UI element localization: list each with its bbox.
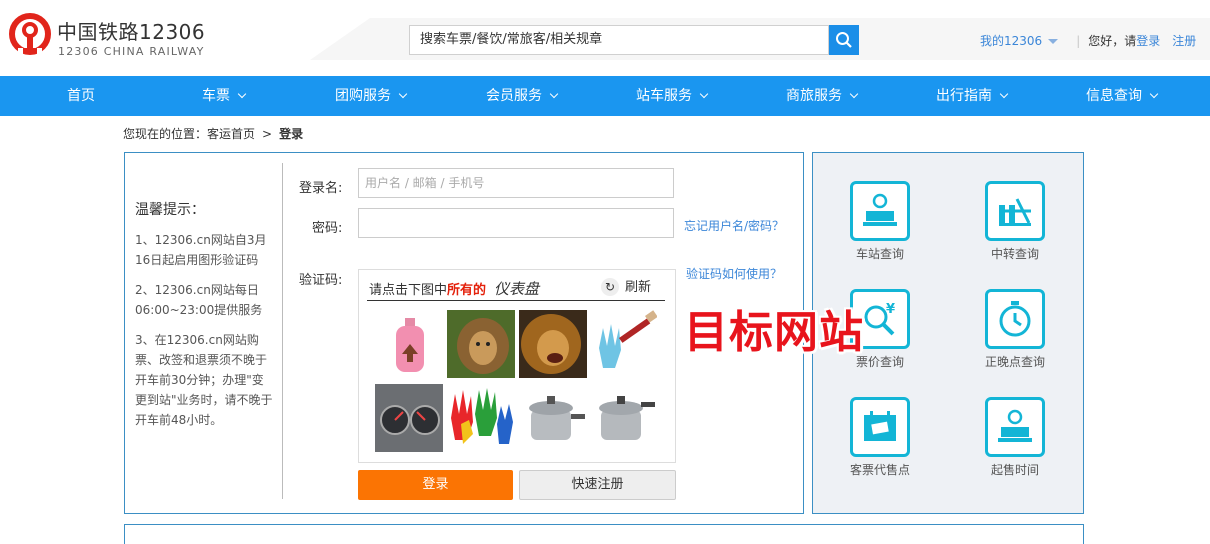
- breadcrumb-prefix: 您现在的位置：: [123, 127, 208, 141]
- main-nav: 首页 车票 团购服务 会员服务 站车服务 商旅服务 出行指南 信息查询: [0, 76, 1210, 116]
- captcha-image-handprints-brush[interactable]: [589, 310, 658, 378]
- service-label: 车站查询: [855, 247, 904, 261]
- username-input[interactable]: 用户名 / 邮箱 / 手机号: [358, 168, 674, 198]
- nav-item-group[interactable]: 团购服务: [335, 76, 408, 116]
- service-label: 正晚点查询: [984, 355, 1045, 369]
- svg-text:¥: ¥: [886, 302, 895, 317]
- nav-item-station[interactable]: 站车服务: [636, 76, 709, 116]
- breadcrumb: 您现在的位置：客运首页 > 登录: [123, 125, 303, 142]
- captcha-image-pressure-cooker[interactable]: [519, 384, 587, 452]
- captcha-image-lion[interactable]: [447, 310, 515, 378]
- logo-title: 中国铁路12306: [57, 20, 206, 44]
- captcha-help-link[interactable]: 验证码如何使用？: [686, 265, 782, 282]
- my12306-link[interactable]: 我的12306: [980, 34, 1042, 48]
- quick-register-button[interactable]: 快速注册: [519, 470, 676, 500]
- ticket-agency-icon: [850, 397, 910, 457]
- search-icon: [836, 32, 852, 48]
- captcha-image-lion[interactable]: [519, 310, 587, 378]
- chevron-down-icon: [398, 89, 408, 99]
- captcha-image-handprints[interactable]: [447, 384, 515, 452]
- nav-label: 首页: [67, 88, 95, 104]
- nav-label: 商旅服务: [786, 88, 842, 104]
- chevron-down-icon: [1149, 89, 1159, 99]
- header: 中国铁路12306 12306 CHINA RAILWAY 搜索车票/餐饮/常旅…: [0, 0, 1210, 76]
- service-label: 客票代售点: [849, 463, 910, 477]
- chevron-down-icon: [699, 89, 709, 99]
- divider: [367, 300, 665, 301]
- nav-item-member[interactable]: 会员服务: [486, 76, 559, 116]
- nav-label: 站车服务: [636, 88, 692, 104]
- bottom-panel: [124, 524, 1084, 544]
- username-label: 登录名:: [299, 181, 343, 196]
- nav-item-business[interactable]: 商旅服务: [786, 76, 859, 116]
- divider: [282, 163, 283, 499]
- captcha-image-pressure-cooker[interactable]: [589, 384, 657, 452]
- tips-title: 温馨提示：: [135, 202, 205, 218]
- nav-item-tickets[interactable]: 车票: [202, 76, 247, 116]
- nav-label: 会员服务: [486, 88, 542, 104]
- nav-item-guide[interactable]: 出行指南: [936, 76, 1009, 116]
- login-button[interactable]: 登录: [358, 470, 513, 500]
- chevron-down-icon: [549, 89, 559, 99]
- watermark-label: 目标网站: [684, 307, 864, 358]
- tip-item: 1、12306.cn网站自3月16日起启用图形验证码: [135, 233, 267, 267]
- transfer-icon: [985, 181, 1045, 241]
- sale-time-icon: [985, 397, 1045, 457]
- tip-item: 3、在12306.cn网站购票、改签和退票须不晚于开车前30分钟；办理"变更到站…: [135, 333, 273, 427]
- breadcrumb-current: 登录: [279, 127, 304, 141]
- chevron-down-icon: [849, 89, 859, 99]
- chevron-down-icon[interactable]: [1048, 39, 1059, 44]
- chevron-down-icon: [999, 89, 1009, 99]
- nav-label: 信息查询: [1086, 88, 1142, 104]
- divider: |: [1076, 34, 1081, 48]
- service-label: 起售时间: [990, 463, 1039, 477]
- stopwatch-icon: [985, 289, 1045, 349]
- captcha-prompt-text: 请点击下图中: [369, 283, 448, 298]
- service-sale-time[interactable]: 起售时间: [965, 397, 1065, 478]
- captcha-prompt: 请点击下图中所有的 仪表盘: [369, 278, 539, 299]
- service-label: 中转查询: [990, 247, 1039, 261]
- refresh-icon: ↻: [601, 278, 619, 296]
- service-ticket-agency[interactable]: 客票代售点: [830, 397, 930, 478]
- captcha-refresh-button[interactable]: ↻ 刷新: [601, 276, 651, 296]
- breadcrumb-home-link[interactable]: 客运首页: [207, 127, 255, 141]
- login-link[interactable]: 登录: [1136, 34, 1160, 48]
- captcha-label: 验证码:: [299, 273, 343, 288]
- top-links: 我的12306 | 您好，请登录 注册: [980, 32, 1196, 49]
- service-punctuality-query[interactable]: 正晚点查询: [965, 289, 1065, 370]
- password-input[interactable]: [358, 208, 674, 238]
- captcha-image-dashboard[interactable]: [375, 384, 443, 452]
- nav-label: 车票: [202, 88, 230, 104]
- logo-icon[interactable]: [8, 12, 52, 63]
- captcha-panel: 请点击下图中所有的 仪表盘 ↻ 刷新: [358, 269, 676, 463]
- chevron-down-icon: [237, 89, 247, 99]
- nav-label: 团购服务: [335, 88, 391, 104]
- tip-item: 2、12306.cn网站每日06:00~23:00提供服务: [135, 283, 263, 317]
- logo-subtitle: 12306 CHINA RAILWAY: [58, 45, 205, 58]
- forgot-password-link[interactable]: 忘记用户名/密码？: [684, 217, 784, 234]
- nav-item-home[interactable]: 首页: [67, 76, 95, 116]
- refresh-label: 刷新: [625, 280, 652, 295]
- breadcrumb-separator: >: [262, 127, 273, 141]
- register-link[interactable]: 注册: [1172, 34, 1196, 48]
- service-transfer-query[interactable]: 中转查询: [965, 181, 1065, 262]
- captcha-target-word: 仪表盘: [494, 280, 540, 298]
- search-input[interactable]: 搜索车票/餐饮/常旅客/相关规章: [409, 25, 829, 55]
- captcha-prompt-emphasis: 所有的: [447, 283, 487, 298]
- search-button[interactable]: [829, 25, 859, 55]
- captcha-image-hot-water-bottle[interactable]: [375, 310, 443, 378]
- service-station-query[interactable]: 车站查询: [830, 181, 930, 262]
- greeting-text: 您好，请: [1088, 34, 1137, 48]
- password-label: 密码:: [312, 221, 343, 236]
- nav-item-info[interactable]: 信息查询: [1086, 76, 1159, 116]
- station-icon: [850, 181, 910, 241]
- nav-label: 出行指南: [936, 88, 992, 104]
